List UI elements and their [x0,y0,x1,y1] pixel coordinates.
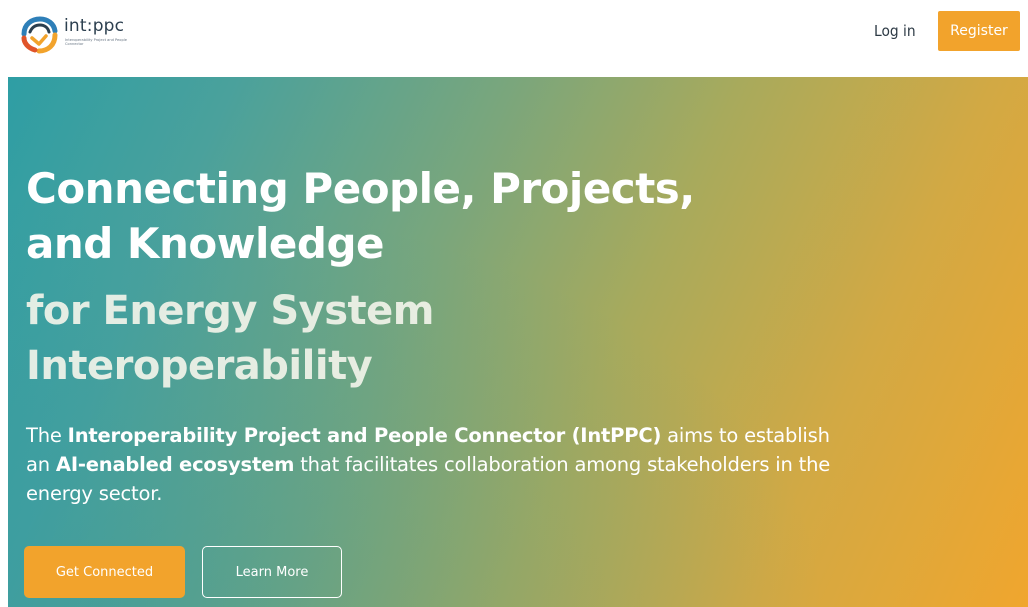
hero-subtitle-line-2: Interoperability [26,343,373,389]
login-link[interactable]: Log in [874,22,916,42]
register-button[interactable]: Register [938,11,1020,51]
learn-more-button[interactable]: Learn More [202,546,342,598]
intppc-logo-icon[interactable] [18,14,60,56]
hero-title: Connecting People, Projects, and Knowled… [26,161,786,271]
top-navbar: int:ppc Interoperability Project and Peo… [0,0,1028,77]
hero-title-line-1: Connecting People, Projects, [26,164,695,213]
hero-section: Connecting People, Projects, and Knowled… [8,77,1028,607]
hero-subtitle-line-1: for Energy System [26,288,434,334]
hero-subtitle: for Energy System Interoperability [26,284,786,394]
hero-description: The Interoperability Project and People … [26,424,831,505]
logo-tagline: Interoperability Project and People Conn… [65,38,127,47]
hero-title-line-2: and Knowledge [26,219,385,268]
logo-wordmark: int:ppc [64,16,125,36]
get-connected-button[interactable]: Get Connected [24,546,185,598]
